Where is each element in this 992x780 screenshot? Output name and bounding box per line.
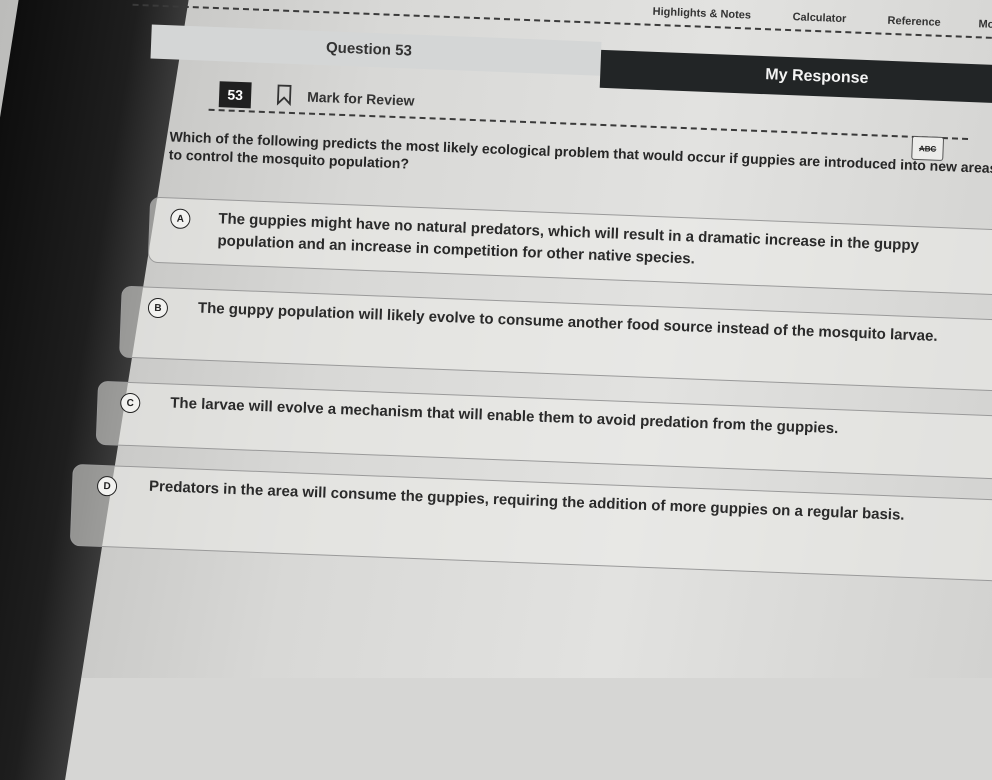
option-text-b: The guppy population will likely evolve … bbox=[197, 299, 938, 345]
answer-option-d[interactable]: D Predators in the area will consume the… bbox=[69, 463, 992, 582]
option-text-a: The guppies might have no natural predat… bbox=[217, 210, 920, 268]
calculator-button[interactable]: Calculator bbox=[792, 11, 846, 25]
response-panel-title: My Response bbox=[765, 66, 869, 88]
option-letter-d: D bbox=[96, 475, 118, 497]
reference-button[interactable]: Reference bbox=[887, 15, 941, 29]
response-panel-header: My Response bbox=[599, 49, 992, 105]
question-panel-title: Question 53 bbox=[325, 39, 413, 60]
question-text: Which of the following predicts the most… bbox=[168, 128, 992, 177]
option-letter-a: A bbox=[170, 208, 191, 230]
answer-option-a[interactable]: A The guppies might have no natural pred… bbox=[147, 196, 992, 296]
option-text-c: The larvae will evolve a mechanism that … bbox=[169, 394, 839, 438]
bookmark-icon[interactable] bbox=[275, 83, 294, 107]
question-panel-header: Question 53 bbox=[150, 24, 602, 76]
highlights-notes-button[interactable]: Highlights & Notes bbox=[652, 6, 751, 22]
answer-option-b[interactable]: B The guppy population will likely evolv… bbox=[119, 285, 992, 392]
option-letter-b: B bbox=[147, 297, 169, 319]
option-text-d: Predators in the area will consume the g… bbox=[148, 477, 905, 524]
question-number-badge: 53 bbox=[218, 81, 252, 109]
option-letter-c: C bbox=[119, 392, 141, 414]
test-screen: Highlights & Notes Calculator Reference … bbox=[0, 0, 992, 697]
answer-option-c[interactable]: C The larvae will evolve a mechanism tha… bbox=[95, 380, 992, 480]
mark-for-review-button[interactable]: Mark for Review bbox=[307, 89, 415, 109]
more-button[interactable]: Mo bbox=[978, 18, 992, 31]
